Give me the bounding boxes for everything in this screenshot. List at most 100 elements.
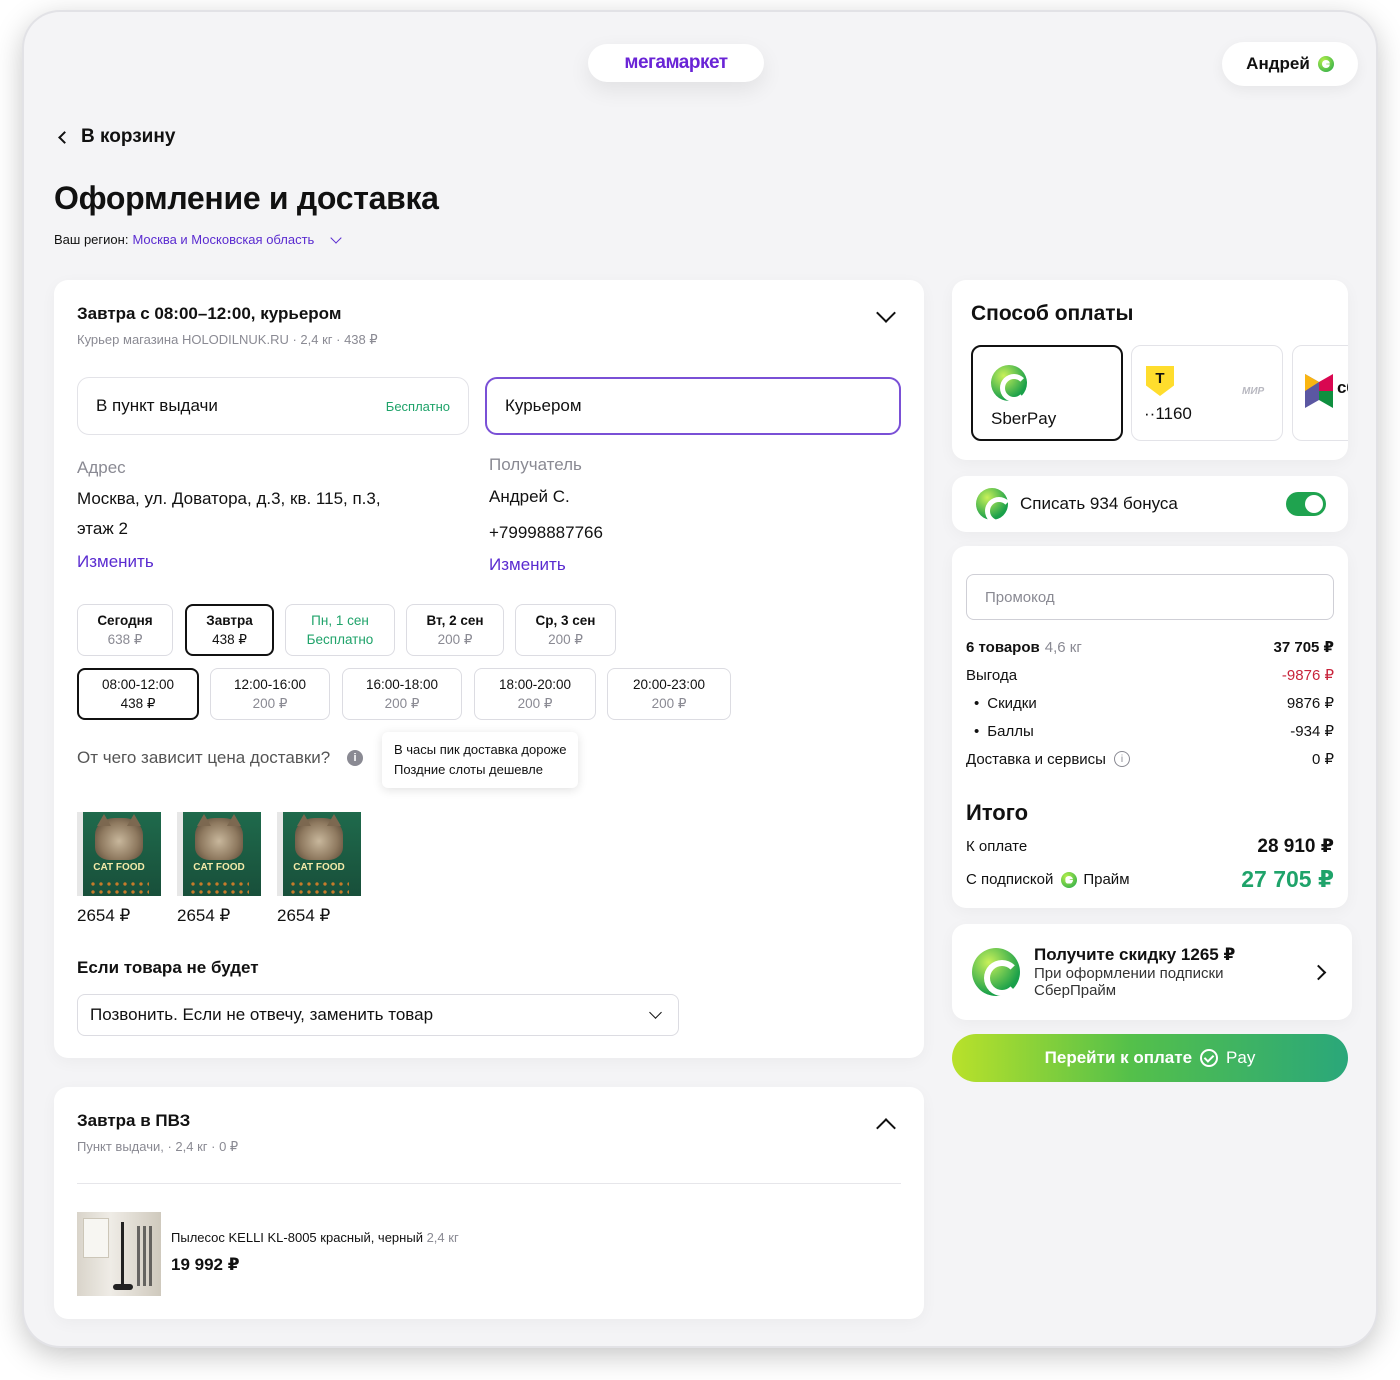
to-pay-label: К оплате (966, 838, 1028, 855)
slot-time: 12:00-16:00 (233, 676, 307, 692)
vacuum-product-image[interactable] (77, 1212, 161, 1296)
product-price: 2654 ₽ (177, 906, 231, 925)
day-chip-tue-2[interactable]: Вт, 2 сен 200 ₽ (406, 604, 504, 656)
option-courier-label: Курьером (505, 396, 582, 415)
day-chip-today[interactable]: Сегодня 638 ₽ (77, 604, 173, 656)
back-label: В корзину (81, 126, 176, 147)
pvz-subtitle: Пункт выдачи, · 2,4 кг · 0 ₽ (77, 1139, 239, 1154)
recipient-name: Андрей С. (489, 487, 570, 506)
slot-chip-20-23[interactable]: 20:00-23:00 200 ₽ (607, 668, 731, 720)
product-label: CAT FOOD (293, 862, 345, 873)
day-chip-mon-1[interactable]: Пн, 1 сен Бесплатно (285, 604, 395, 656)
vacuum-product-name[interactable]: Пылесос KELLI KL-8005 красный, черный (171, 1230, 423, 1245)
tooltip-line1: В часы пик доставка дороже (394, 742, 567, 757)
product-image: CAT FOOD (77, 812, 161, 896)
day-label: Пн, 1 сен (311, 613, 369, 628)
to-pay-row: К оплате 28 910 ₽ (966, 835, 1334, 858)
payment-method-card-1160[interactable]: T МИР ··1160 (1131, 345, 1283, 441)
vacuum-product-price: 19 992 ₽ (171, 1255, 240, 1274)
sberprime-icon (972, 948, 1020, 996)
bonus-card: Списать 934 бонуса (952, 476, 1348, 532)
payment-method-sberpay[interactable]: SberPay (971, 345, 1123, 441)
day-chip-tomorrow[interactable]: Завтра 438 ₽ (185, 604, 274, 656)
delivery-services-row: Доставка и сервисы i 0 ₽ (966, 750, 1334, 769)
info-icon[interactable]: i (1113, 751, 1130, 767)
address-line2: этаж 2 (77, 519, 128, 538)
chevron-right-icon[interactable] (1310, 964, 1327, 980)
missing-item-title: Если товара не будет (77, 958, 259, 977)
discounts-row: • Скидки 9876 ₽ (974, 694, 1334, 713)
pvz-card: Завтра в ПВЗ Пункт выдачи, · 2,4 кг · 0 … (54, 1087, 924, 1319)
sber-prime-icon (1061, 871, 1078, 888)
items-weight: 4,6 кг (1044, 638, 1082, 656)
sber-bonus-icon (976, 488, 1013, 525)
day-label: Сегодня (97, 612, 153, 628)
slot-chip-12-16[interactable]: 12:00-16:00 200 ₽ (210, 668, 330, 720)
delivery-services-label: Доставка и сервисы (966, 750, 1106, 768)
region-value[interactable]: Москва и Московская область (132, 232, 314, 247)
promo-code-input[interactable]: Промокод (966, 574, 1334, 620)
change-recipient-link[interactable]: Изменить (489, 555, 566, 575)
product-image: CAT FOOD (277, 812, 361, 896)
promo-title: Получите скидку 1265 ₽ (1034, 945, 1236, 964)
points-row: • Баллы -934 ₽ (974, 722, 1334, 741)
product-item[interactable]: CAT FOOD 2654 ₽ (177, 812, 261, 926)
bonus-label: Списать 934 бонуса (1020, 494, 1178, 513)
payment-method-label: ··1160 (1144, 404, 1192, 423)
promo-text2: СберПрайм (1034, 982, 1117, 999)
recipient-phone: +79998887766 (489, 523, 603, 542)
chevron-down-icon[interactable] (330, 231, 342, 244)
slot-price: 200 ₽ (384, 695, 420, 711)
address-line1: Москва, ул. Доватора, д.3, кв. 115, п.3, (77, 489, 381, 508)
subscription-value: 27 705 ₽ (1241, 866, 1334, 892)
option-pickup-point[interactable]: В пункт выдачи Бесплатно (77, 377, 469, 435)
go-to-payment-button[interactable]: Перейти к оплате Pay (952, 1034, 1348, 1082)
sber-icon (991, 365, 1028, 402)
sber-prime-icon (1317, 56, 1334, 72)
product-item[interactable]: CAT FOOD 2654 ₽ (77, 812, 161, 926)
tbank-icon: T (1146, 366, 1174, 396)
option-pickup-note: Бесплатно (385, 398, 450, 414)
option-courier[interactable]: Курьером (485, 377, 901, 435)
day-label: Ср, 3 сен (535, 612, 596, 628)
vacuum-product-weight: 2,4 кг (426, 1230, 459, 1245)
sberpay-check-icon (1200, 1049, 1219, 1067)
delivery-price-question: От чего зависит цена доставки? (77, 748, 331, 767)
expand-chevron-icon[interactable] (876, 1118, 896, 1138)
to-pay-value: 28 910 ₽ (1257, 836, 1334, 857)
missing-item-select[interactable]: Позвонить. Если не отвечу, заменить това… (77, 994, 679, 1036)
delivery-subtitle: Курьер магазина HOLODILNUK.RU · 2,4 кг ·… (77, 332, 378, 347)
bonus-toggle[interactable] (1286, 492, 1326, 516)
mir-badge: МИР (1242, 386, 1265, 397)
payment-method-sbp[interactable]: сб (1292, 345, 1348, 441)
product-item[interactable]: CAT FOOD 2654 ₽ (277, 812, 361, 926)
product-price: 2654 ₽ (277, 906, 331, 925)
sberprime-promo-card[interactable]: Получите скидку 1265 ₽ При оформлении по… (952, 924, 1352, 1020)
info-icon[interactable]: i (347, 750, 363, 766)
region-selector[interactable]: Ваш регион: Москва и Московская область (54, 231, 342, 247)
logo[interactable]: мегамаркет (588, 44, 764, 82)
collapse-chevron-icon[interactable] (876, 303, 896, 323)
promo-text1: При оформлении подписки (1034, 965, 1224, 982)
discounts-value: 9876 ₽ (1286, 695, 1334, 712)
slot-time: 08:00-12:00 (101, 676, 175, 692)
change-address-link[interactable]: Изменить (77, 552, 154, 572)
slot-price: 200 ₽ (517, 695, 553, 711)
slot-chip-08-12[interactable]: 08:00-12:00 438 ₽ (77, 668, 199, 720)
benefit-value: -9876 ₽ (1281, 667, 1334, 684)
items-row: 6 товаров 4,6 кг 37 705 ₽ (966, 638, 1334, 657)
product-label: CAT FOOD (93, 862, 145, 873)
app-window: мегамаркет Андрей В корзину Оформление и… (24, 12, 1376, 1346)
day-price: 438 ₽ (212, 631, 247, 647)
recipient-label: Получатель (489, 455, 582, 474)
divider (77, 1183, 901, 1184)
back-to-cart-link[interactable]: В корзину (54, 126, 175, 148)
slot-chip-16-18[interactable]: 16:00-18:00 200 ₽ (342, 668, 462, 720)
slot-price: 200 ₽ (252, 695, 288, 711)
slot-chip-18-20[interactable]: 18:00-20:00 200 ₽ (474, 668, 596, 720)
user-menu[interactable]: Андрей (1222, 42, 1358, 86)
pay-button-label: Перейти к оплате (1044, 1048, 1193, 1067)
day-chip-wed-3[interactable]: Ср, 3 сен 200 ₽ (515, 604, 616, 656)
price-tooltip: В часы пик доставка дороже Поздние слоты… (382, 732, 579, 788)
items-total: 37 705 ₽ (1273, 639, 1334, 656)
